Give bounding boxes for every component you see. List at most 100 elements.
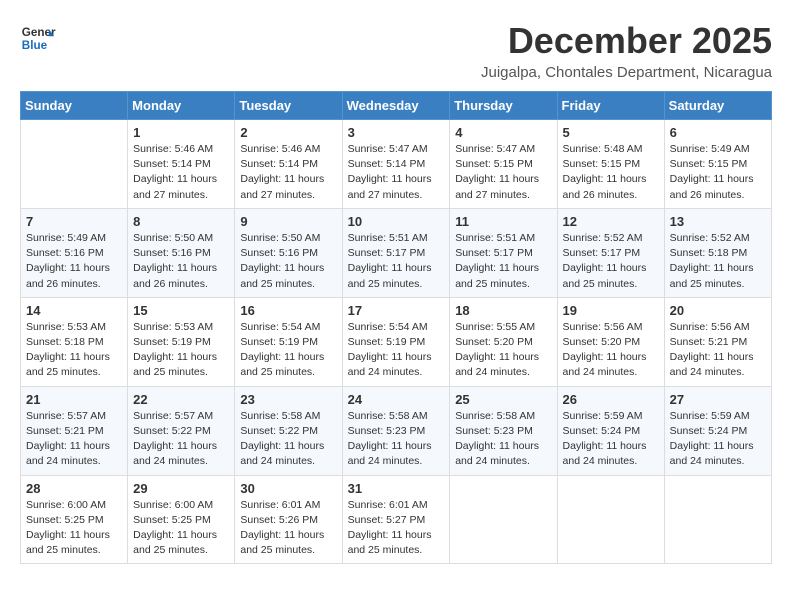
header-monday: Monday: [128, 92, 235, 120]
calendar-cell: 6 Sunrise: 5:49 AM Sunset: 5:15 PM Daylig…: [664, 120, 771, 209]
calendar-cell: 12 Sunrise: 5:52 AM Sunset: 5:17 PM Dayli…: [557, 208, 664, 297]
header-sunday: Sunday: [21, 92, 128, 120]
calendar-cell: 1Sunrise: 5:46 AM Sunset: 5:14 PM Daylig…: [128, 120, 235, 209]
day-info: Sunrise: 5:51 AM Sunset: 5:17 PM Dayligh…: [348, 231, 445, 292]
calendar-cell: 21 Sunrise: 5:57 AM Sunset: 5:21 PM Dayli…: [21, 386, 128, 475]
calendar-cell: 5 Sunrise: 5:48 AM Sunset: 5:15 PM Daylig…: [557, 120, 664, 209]
logo-icon: General Blue: [20, 20, 56, 56]
calendar-week-5: 28 Sunrise: 6:00 AM Sunset: 5:25 PM Dayli…: [21, 475, 772, 564]
day-number: 8: [133, 214, 229, 229]
day-number: 14: [26, 303, 122, 318]
calendar-cell: 2Sunrise: 5:46 AM Sunset: 5:14 PM Daylig…: [235, 120, 342, 209]
day-number: 7: [26, 214, 122, 229]
calendar-cell: 16Sunrise: 5:54 AM Sunset: 5:19 PM Dayli…: [235, 297, 342, 386]
day-number: 29: [133, 481, 229, 496]
svg-text:Blue: Blue: [22, 39, 48, 52]
calendar-cell: 28 Sunrise: 6:00 AM Sunset: 5:25 PM Dayli…: [21, 475, 128, 564]
day-info: Sunrise: 5:58 AM Sunset: 5:22 PM Dayligh…: [240, 409, 336, 470]
day-number: 13: [670, 214, 766, 229]
calendar-cell: [664, 475, 771, 564]
day-info: Sunrise: 5:50 AM Sunset: 5:16 PM Dayligh…: [240, 231, 336, 292]
day-info: Sunrise: 5:48 AM Sunset: 5:15 PM Dayligh…: [563, 142, 659, 203]
day-number: 2: [240, 125, 336, 140]
calendar-cell: 23 Sunrise: 5:58 AM Sunset: 5:22 PM Dayli…: [235, 386, 342, 475]
calendar-cell: 27 Sunrise: 5:59 AM Sunset: 5:24 PM Dayli…: [664, 386, 771, 475]
day-info: Sunrise: 5:49 AM Sunset: 5:15 PM Dayligh…: [670, 142, 766, 203]
header-wednesday: Wednesday: [342, 92, 450, 120]
calendar-cell: 9Sunrise: 5:50 AM Sunset: 5:16 PM Daylig…: [235, 208, 342, 297]
calendar-cell: 31 Sunrise: 6:01 AM Sunset: 5:27 PM Dayli…: [342, 475, 450, 564]
header: General Blue December 2025 Juigalpa, Cho…: [20, 20, 772, 81]
day-number: 16: [240, 303, 336, 318]
day-number: 24: [348, 392, 445, 407]
day-number: 26: [563, 392, 659, 407]
day-info: Sunrise: 5:54 AM Sunset: 5:19 PM Dayligh…: [348, 320, 445, 381]
header-friday: Friday: [557, 92, 664, 120]
day-info: Sunrise: 5:59 AM Sunset: 5:24 PM Dayligh…: [670, 409, 766, 470]
day-info: Sunrise: 6:01 AM Sunset: 5:27 PM Dayligh…: [348, 498, 445, 559]
day-number: 31: [348, 481, 445, 496]
day-number: 17: [348, 303, 445, 318]
day-info: Sunrise: 6:00 AM Sunset: 5:25 PM Dayligh…: [26, 498, 122, 559]
calendar-cell: 20 Sunrise: 5:56 AM Sunset: 5:21 PM Dayli…: [664, 297, 771, 386]
calendar-table: Sunday Monday Tuesday Wednesday Thursday…: [20, 91, 772, 564]
day-number: 12: [563, 214, 659, 229]
calendar-cell: 17 Sunrise: 5:54 AM Sunset: 5:19 PM Dayli…: [342, 297, 450, 386]
calendar-week-4: 21 Sunrise: 5:57 AM Sunset: 5:21 PM Dayli…: [21, 386, 772, 475]
calendar-cell: 15Sunrise: 5:53 AM Sunset: 5:19 PM Dayli…: [128, 297, 235, 386]
calendar-week-3: 14 Sunrise: 5:53 AM Sunset: 5:18 PM Dayli…: [21, 297, 772, 386]
month-title: December 2025: [481, 20, 772, 62]
day-info: Sunrise: 5:57 AM Sunset: 5:21 PM Dayligh…: [26, 409, 122, 470]
calendar-cell: 19Sunrise: 5:56 AM Sunset: 5:20 PM Dayli…: [557, 297, 664, 386]
calendar-cell: 22Sunrise: 5:57 AM Sunset: 5:22 PM Dayli…: [128, 386, 235, 475]
day-number: 3: [348, 125, 445, 140]
day-number: 4: [455, 125, 551, 140]
calendar-cell: 14 Sunrise: 5:53 AM Sunset: 5:18 PM Dayli…: [21, 297, 128, 386]
day-info: Sunrise: 5:52 AM Sunset: 5:18 PM Dayligh…: [670, 231, 766, 292]
logo: General Blue: [20, 20, 60, 56]
calendar-cell: [450, 475, 557, 564]
day-info: Sunrise: 5:51 AM Sunset: 5:17 PM Dayligh…: [455, 231, 551, 292]
day-info: Sunrise: 6:00 AM Sunset: 5:25 PM Dayligh…: [133, 498, 229, 559]
calendar-cell: 29 Sunrise: 6:00 AM Sunset: 5:25 PM Dayli…: [128, 475, 235, 564]
day-info: Sunrise: 5:49 AM Sunset: 5:16 PM Dayligh…: [26, 231, 122, 292]
header-tuesday: Tuesday: [235, 92, 342, 120]
day-info: Sunrise: 5:47 AM Sunset: 5:15 PM Dayligh…: [455, 142, 551, 203]
calendar-cell: 13 Sunrise: 5:52 AM Sunset: 5:18 PM Dayli…: [664, 208, 771, 297]
calendar-cell: 4 Sunrise: 5:47 AM Sunset: 5:15 PM Daylig…: [450, 120, 557, 209]
calendar-cell: [557, 475, 664, 564]
calendar-cell: 25Sunrise: 5:58 AM Sunset: 5:23 PM Dayli…: [450, 386, 557, 475]
day-number: 6: [670, 125, 766, 140]
day-info: Sunrise: 5:58 AM Sunset: 5:23 PM Dayligh…: [455, 409, 551, 470]
header-saturday: Saturday: [664, 92, 771, 120]
day-info: Sunrise: 5:56 AM Sunset: 5:20 PM Dayligh…: [563, 320, 659, 381]
day-info: Sunrise: 5:52 AM Sunset: 5:17 PM Dayligh…: [563, 231, 659, 292]
day-number: 5: [563, 125, 659, 140]
header-thursday: Thursday: [450, 92, 557, 120]
day-number: 30: [240, 481, 336, 496]
day-number: 28: [26, 481, 122, 496]
day-info: Sunrise: 5:57 AM Sunset: 5:22 PM Dayligh…: [133, 409, 229, 470]
day-info: Sunrise: 5:55 AM Sunset: 5:20 PM Dayligh…: [455, 320, 551, 381]
day-info: Sunrise: 5:46 AM Sunset: 5:14 PM Dayligh…: [133, 142, 229, 203]
calendar-week-1: 1Sunrise: 5:46 AM Sunset: 5:14 PM Daylig…: [21, 120, 772, 209]
day-info: Sunrise: 5:59 AM Sunset: 5:24 PM Dayligh…: [563, 409, 659, 470]
day-info: Sunrise: 5:56 AM Sunset: 5:21 PM Dayligh…: [670, 320, 766, 381]
day-info: Sunrise: 5:47 AM Sunset: 5:14 PM Dayligh…: [348, 142, 445, 203]
calendar-cell: 30Sunrise: 6:01 AM Sunset: 5:26 PM Dayli…: [235, 475, 342, 564]
calendar-cell: 26 Sunrise: 5:59 AM Sunset: 5:24 PM Dayli…: [557, 386, 664, 475]
calendar-cell: 8 Sunrise: 5:50 AM Sunset: 5:16 PM Daylig…: [128, 208, 235, 297]
day-number: 27: [670, 392, 766, 407]
day-number: 23: [240, 392, 336, 407]
day-info: Sunrise: 5:50 AM Sunset: 5:16 PM Dayligh…: [133, 231, 229, 292]
day-number: 20: [670, 303, 766, 318]
day-number: 21: [26, 392, 122, 407]
day-number: 11: [455, 214, 551, 229]
calendar-cell: 24Sunrise: 5:58 AM Sunset: 5:23 PM Dayli…: [342, 386, 450, 475]
day-number: 10: [348, 214, 445, 229]
day-info: Sunrise: 5:53 AM Sunset: 5:18 PM Dayligh…: [26, 320, 122, 381]
calendar-cell: 18Sunrise: 5:55 AM Sunset: 5:20 PM Dayli…: [450, 297, 557, 386]
title-block: December 2025 Juigalpa, Chontales Depart…: [481, 20, 772, 81]
day-number: 15: [133, 303, 229, 318]
calendar-cell: 10 Sunrise: 5:51 AM Sunset: 5:17 PM Dayli…: [342, 208, 450, 297]
